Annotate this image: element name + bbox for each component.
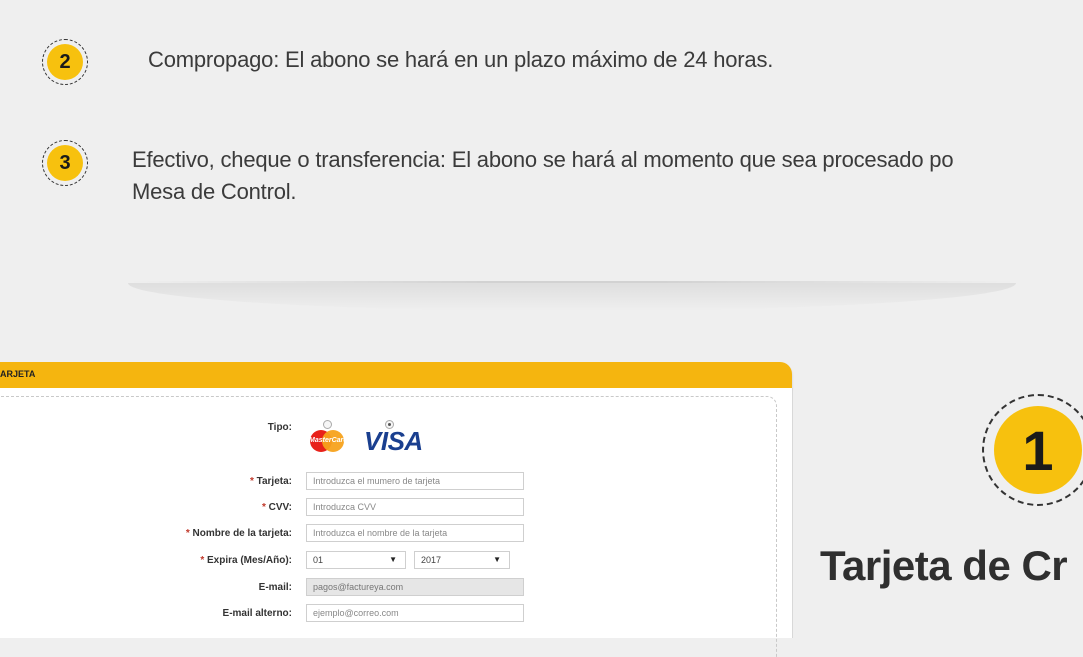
cvv-label: * CVV: [261, 502, 292, 513]
month-select[interactable]: 01 ▼ [306, 551, 406, 569]
chevron-down-icon: ▼ [389, 555, 397, 564]
card-number-input[interactable]: Introduzca el mumero de tarjeta [306, 472, 524, 490]
expiry-label: * Expira (Mes/Año): [200, 555, 292, 566]
section-divider-shadow [128, 283, 1016, 311]
step-number: 2 [47, 44, 83, 80]
year-select[interactable]: 2017 ▼ [414, 551, 510, 569]
step-number: 3 [47, 145, 83, 181]
step-2-badge: 2 [42, 39, 88, 85]
card-payment-panel: ARJETA Tipo: MasterCard VISA * Tarjeta: … [0, 362, 793, 657]
panel-header: ARJETA [0, 362, 792, 388]
panel-header-title: ARJETA [0, 369, 36, 379]
email-label: E-mail: [258, 582, 292, 593]
feature-1-badge: 1 [982, 394, 1083, 506]
card-name-input[interactable]: Introduzca el nombre de la tarjeta [306, 524, 524, 542]
tipo-label: Tipo: [267, 422, 292, 433]
email-alt-row: E-mail alterno: ejemplo@correo.com [0, 604, 792, 626]
mastercard-logo-icon[interactable]: MasterCard [309, 430, 348, 452]
month-value: 01 [313, 555, 324, 565]
step-3-badge: 3 [42, 140, 88, 186]
step-2-text: Compropago: El abono se hará en un plazo… [148, 47, 774, 72]
cvv-row: * CVV: Introduzca CVV [0, 498, 792, 520]
cvv-input[interactable]: Introduzca CVV [306, 498, 524, 516]
feature-title: Tarjeta de Cr [820, 542, 1068, 589]
mastercard-radio[interactable] [323, 420, 332, 429]
step-3-text-line1: Efectivo, cheque o transferencia: El abo… [132, 147, 954, 172]
step-3-text-line2: Mesa de Control. [132, 179, 297, 204]
visa-logo-icon[interactable]: VISA [364, 426, 423, 457]
email-row: E-mail: pagos@factureya.com [0, 578, 792, 600]
card-number-row: * Tarjeta: Introduzca el mumero de tarje… [0, 472, 792, 494]
card-name-row: * Nombre de la tarjeta: Introduzca el no… [0, 524, 792, 546]
email-alt-label: E-mail alterno: [222, 608, 292, 619]
mastercard-logo-text: MasterCard [309, 437, 348, 444]
chevron-down-icon: ▼ [493, 555, 501, 564]
email-alt-field[interactable]: ejemplo@correo.com [306, 604, 524, 622]
email-field[interactable]: pagos@factureya.com [306, 578, 524, 596]
card-number-label: * Tarjeta: [249, 476, 292, 487]
year-value: 2017 [421, 555, 442, 565]
card-name-label: * Nombre de la tarjeta: [185, 528, 292, 539]
feature-number: 1 [994, 406, 1082, 494]
expiry-row: * Expira (Mes/Año): 01 ▼ 2017 ▼ [0, 551, 792, 573]
